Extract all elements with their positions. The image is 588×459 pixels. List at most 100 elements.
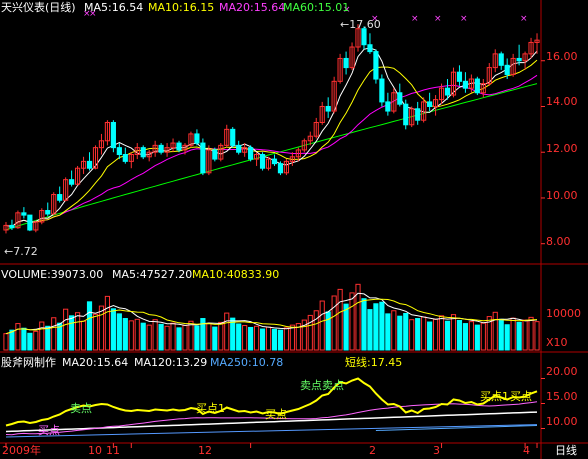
candle-body	[27, 214, 33, 231]
volume-bar	[498, 318, 504, 351]
high-value: 17.60	[349, 18, 381, 31]
indicator-short-line: 短线:17.45	[345, 356, 403, 369]
volume-bar	[427, 321, 433, 351]
volume-bar	[248, 326, 254, 351]
candle-body	[415, 108, 421, 121]
candle-body	[45, 210, 51, 215]
price-tick-8: 8.00	[546, 235, 571, 248]
candle-body	[367, 44, 373, 53]
volume-bar	[236, 323, 242, 351]
volume-bar	[367, 309, 373, 351]
candle-body	[176, 142, 182, 151]
volume-unit: X10	[546, 336, 568, 349]
indicator-tick-10: 10.00	[546, 415, 578, 428]
candle-body	[259, 154, 266, 169]
candle-body	[462, 80, 469, 89]
signal-buy-3: 买点	[38, 424, 60, 437]
volume-bar	[21, 327, 27, 351]
candle-body	[236, 144, 242, 153]
period-button[interactable]: 日线	[555, 445, 577, 457]
signal-sell-2: 卖点卖点	[300, 379, 344, 392]
volume-bar	[45, 325, 51, 351]
candle-body	[86, 160, 93, 169]
volume-bar	[456, 319, 463, 351]
volume-bar	[379, 301, 385, 351]
indicator-tick-15: 15.00	[546, 390, 578, 403]
volume-bar	[158, 323, 164, 351]
signal-buy-1: 买点1	[196, 402, 225, 415]
volume-bar	[504, 324, 510, 351]
volume-bar	[403, 312, 409, 351]
candle-body	[140, 147, 146, 158]
volume-value: VOLUME:39073.00	[1, 268, 104, 281]
ma5-value: MA5:16.54	[84, 1, 144, 14]
indicator-source: 股斧网制作	[1, 356, 56, 369]
candle-body	[21, 212, 27, 216]
price-tick-12: 12.00	[546, 142, 578, 155]
candle-body	[69, 179, 75, 185]
indicator-ma20: MA20:15.64	[62, 356, 129, 369]
volume-bar	[69, 315, 75, 351]
volume-bar	[259, 328, 266, 351]
volume-bar	[385, 313, 391, 351]
volume-bar	[361, 298, 367, 351]
candle-body	[158, 144, 164, 153]
candle-body	[456, 71, 463, 82]
signal-buy-4: 买点1	[480, 390, 509, 403]
time-tick-4: 4	[523, 444, 530, 457]
low-value: 7.72	[13, 245, 38, 258]
time-tick-11: 11	[106, 444, 120, 457]
indicator-ma250: MA250:10.78	[210, 356, 284, 369]
candle-body	[427, 101, 433, 107]
candle-body	[343, 57, 349, 69]
volume-tick-10000: 10000	[546, 307, 581, 320]
signal-x-mark: ×	[411, 14, 419, 24]
volume-bar	[176, 327, 182, 351]
signal-sell-1: 卖点	[70, 402, 92, 415]
price-tick-14: 14.00	[546, 95, 578, 108]
volume-ma5-value: MA5:47527.20	[112, 268, 193, 281]
signal-x-mark: ×	[520, 14, 528, 24]
candle-body	[110, 121, 116, 149]
volume-bar	[462, 323, 469, 351]
candle-body	[277, 163, 284, 174]
volume-bar	[397, 315, 403, 351]
candle-body	[504, 64, 510, 75]
volume-bar	[415, 318, 421, 351]
candle-body	[385, 101, 391, 112]
candle-body	[122, 154, 128, 162]
ma20-value: MA20:15.64	[219, 1, 286, 14]
indicator-tick-20: 20.00	[546, 365, 578, 378]
volume-bar	[271, 328, 278, 351]
candle-body	[116, 147, 122, 156]
candle-body	[361, 28, 367, 46]
volume-bar	[516, 321, 522, 351]
candle-body	[516, 57, 522, 62]
candle-body	[212, 149, 218, 160]
volume-bar	[86, 301, 93, 351]
ma60-value: MA60:15.01	[283, 1, 350, 14]
candle-body	[498, 53, 504, 66]
volume-bar	[140, 322, 146, 351]
volume-bar	[277, 329, 284, 351]
time-tick-12: 12	[198, 444, 212, 457]
price-tick-16: 16.00	[546, 50, 578, 63]
indicator-ma120: MA120:13.29	[134, 356, 208, 369]
candle-body	[200, 142, 206, 174]
candle-body	[474, 78, 480, 94]
stock-title: 天兴仪表(日线)	[1, 1, 76, 14]
volume-bar	[110, 308, 116, 351]
volume-bar	[116, 313, 122, 351]
low-marker-label: ←7.72	[4, 245, 38, 258]
time-tick-2: 2	[369, 444, 376, 457]
volume-bar	[343, 303, 349, 351]
time-tick-10: 10	[88, 444, 102, 457]
candle-body	[194, 133, 200, 144]
candle-body	[271, 158, 278, 165]
high-marker-label: ←17.60	[340, 18, 381, 31]
volume-bar	[122, 318, 128, 351]
candle-body	[403, 103, 409, 126]
ma10-value: MA10:16.15	[148, 1, 215, 14]
volume-ma10-value: MA10:40833.90	[192, 268, 280, 281]
volume-bar	[325, 311, 331, 351]
